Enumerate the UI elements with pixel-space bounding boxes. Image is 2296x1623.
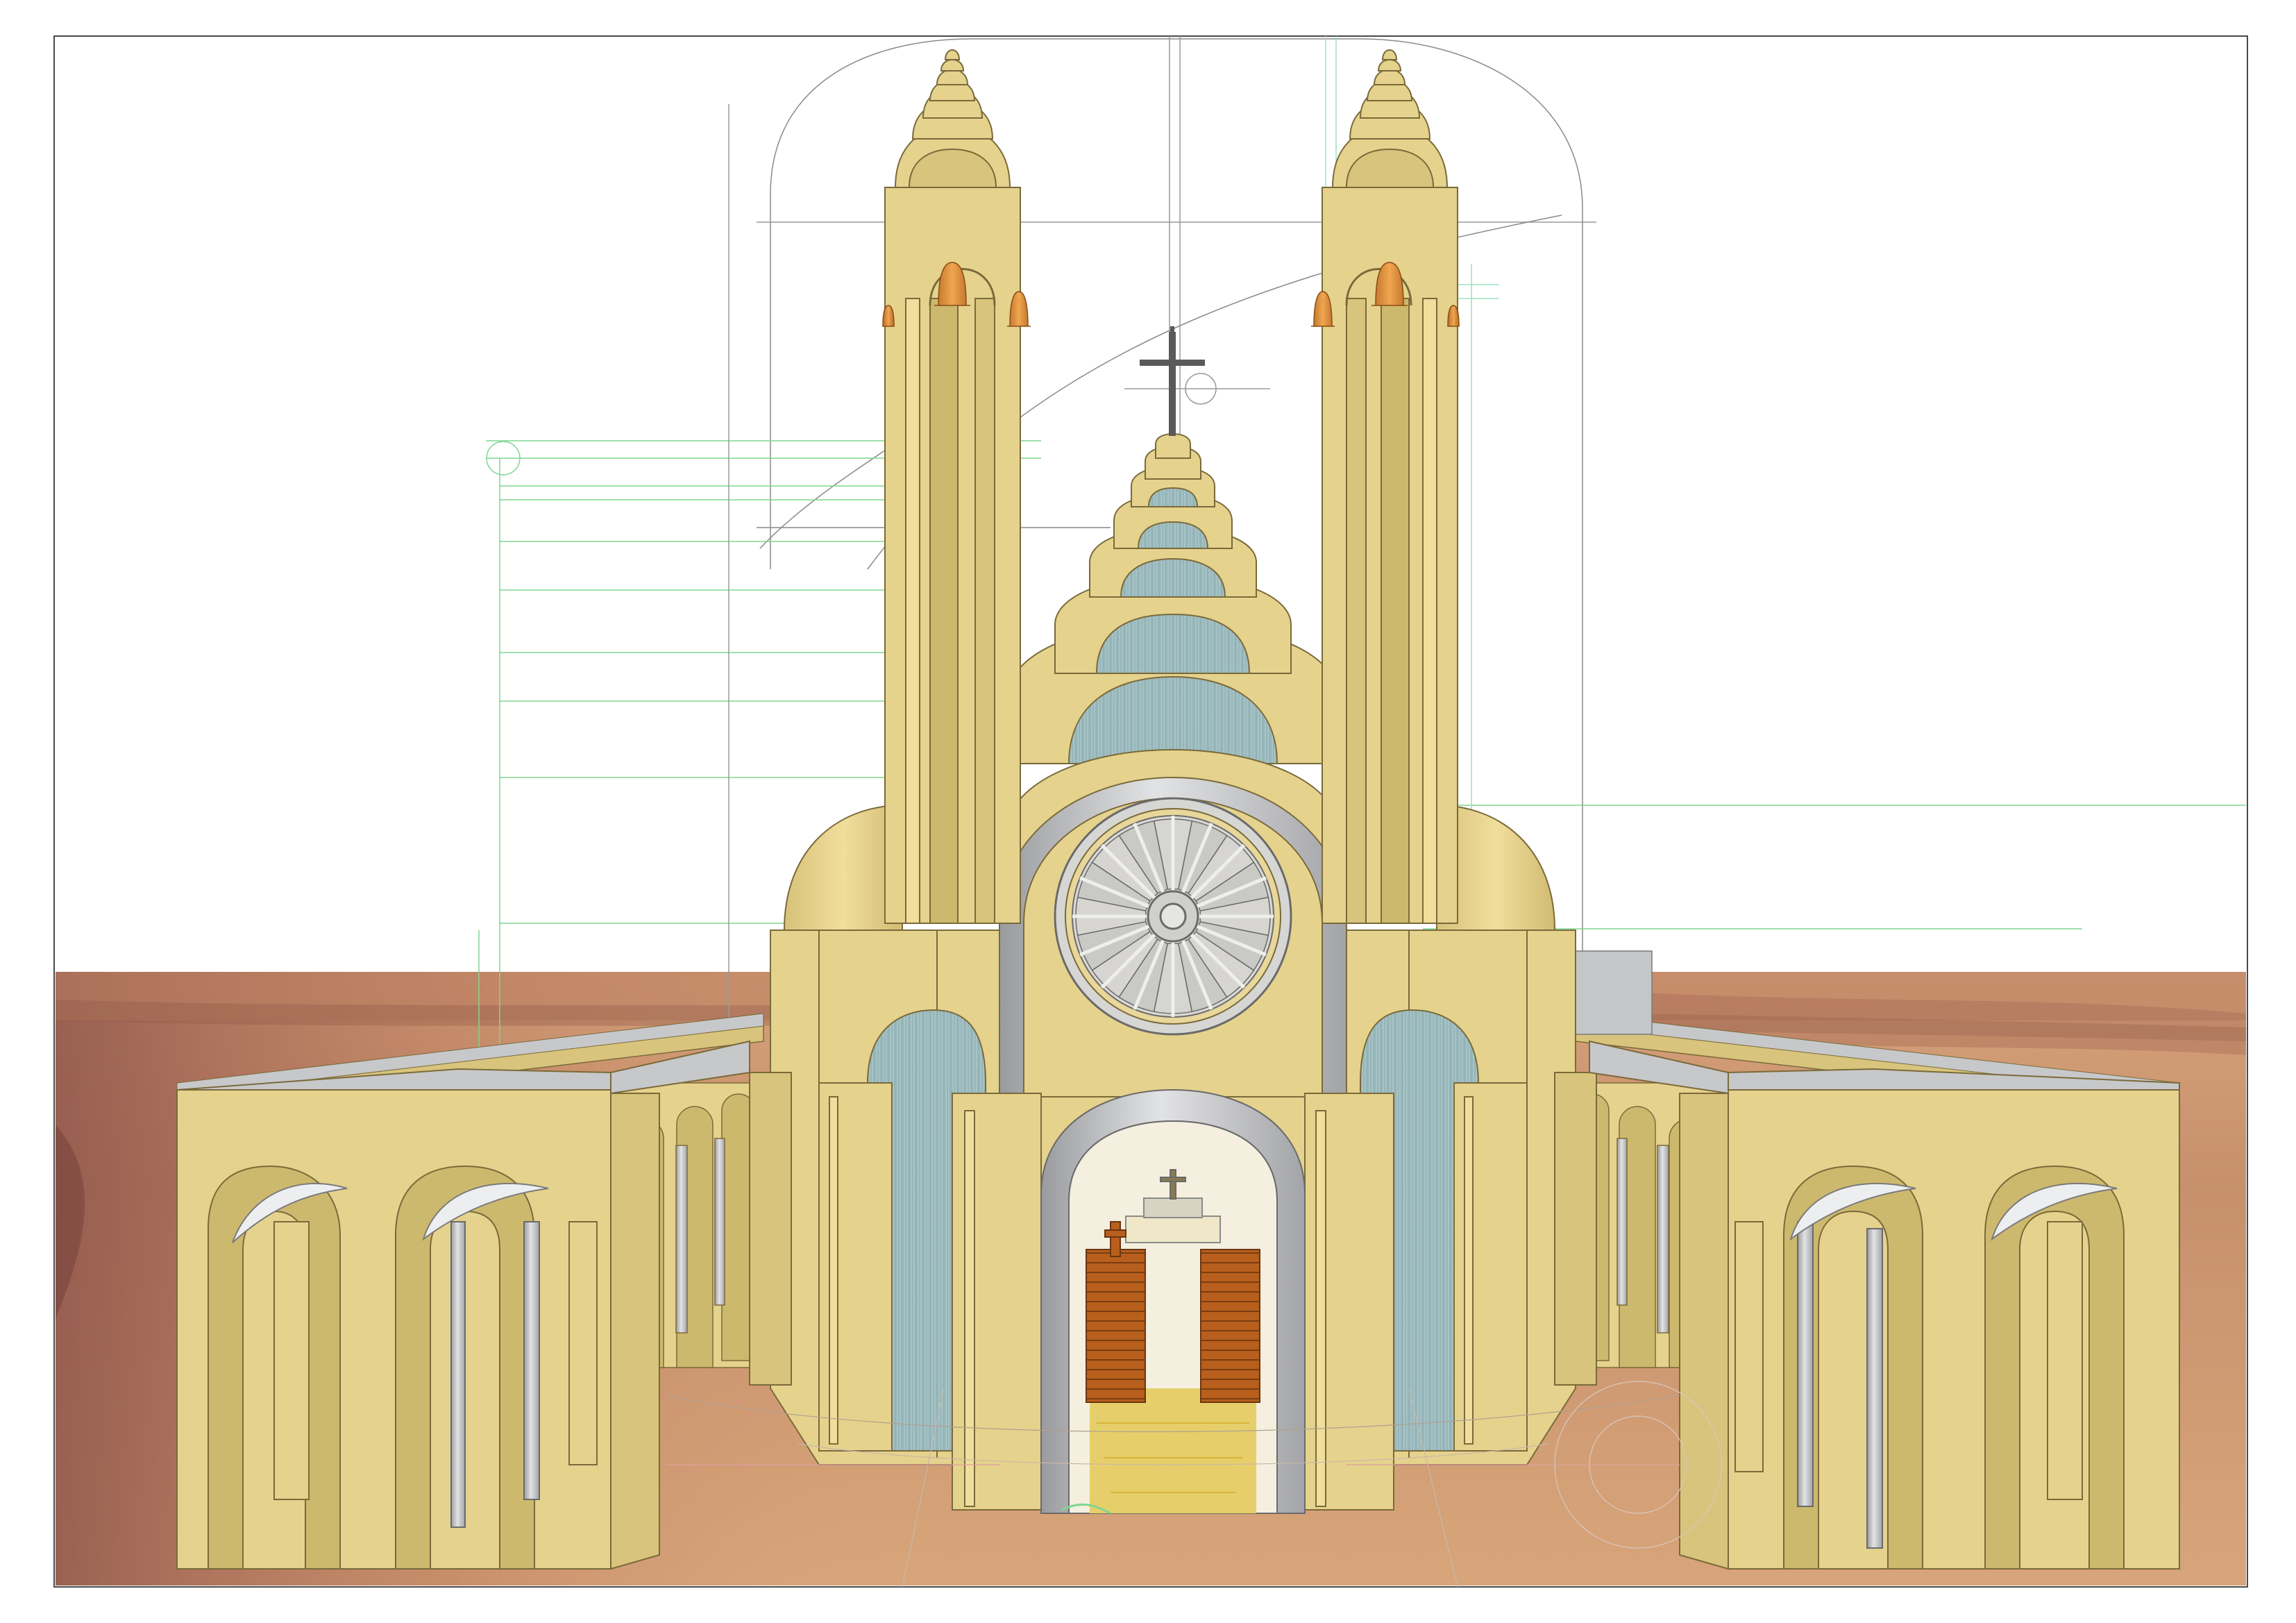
drawing-sheet — [0, 0, 2296, 1623]
left-bell-tower — [884, 49, 1021, 924]
right-bell-tower — [1322, 49, 1458, 924]
main-portal — [1040, 1088, 1306, 1514]
bell-icon — [882, 305, 895, 327]
bell-icon — [1447, 305, 1460, 327]
rose-window — [1054, 797, 1292, 1036]
cad-viewport — [53, 35, 2248, 1588]
